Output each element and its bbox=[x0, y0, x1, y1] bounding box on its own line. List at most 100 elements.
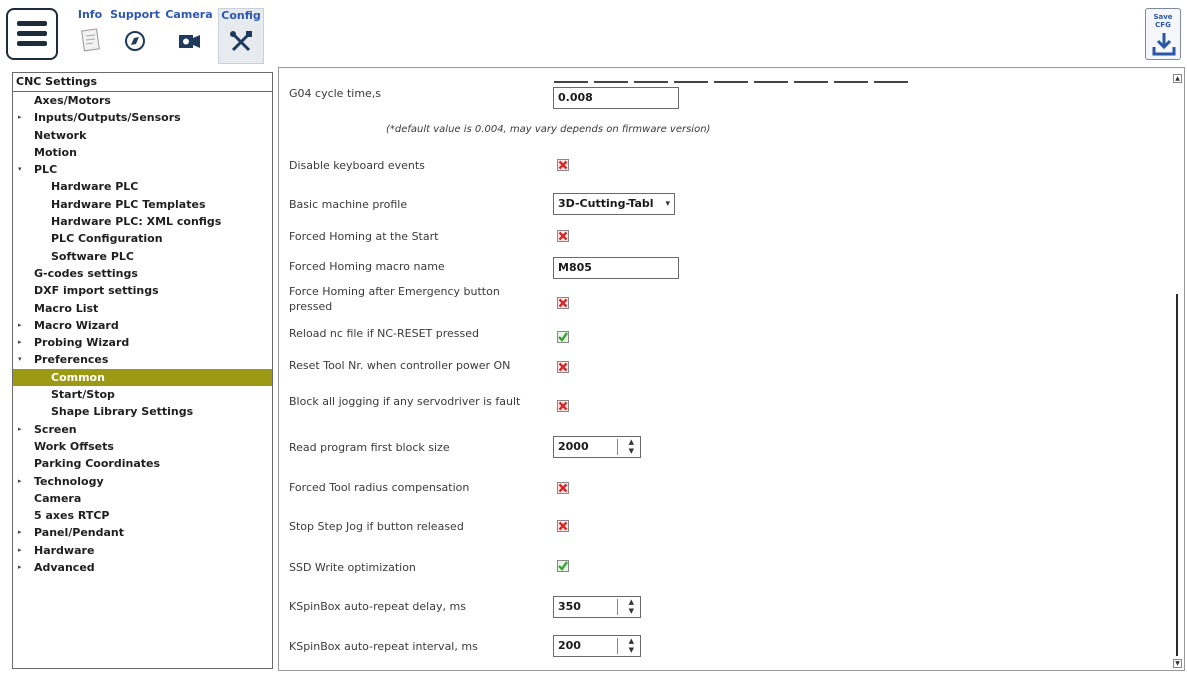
block-all-jogging-if-any-servodriver-is-fault-label: Block all jogging if any servodriver is … bbox=[289, 395, 521, 408]
reset-tool-nr-when-controller-power-on-checkbox[interactable] bbox=[557, 361, 569, 373]
expand-arrow-icon[interactable]: ▸ bbox=[18, 473, 22, 490]
tree-item-inputs-outputs-sensors[interactable]: ▸ Inputs/Outputs/Sensors bbox=[13, 109, 272, 126]
spin-up-icon[interactable]: ▲ bbox=[629, 438, 634, 447]
tree-items: Axes/Motors ▸ Inputs/Outputs/Sensors Networ… bbox=[13, 92, 272, 576]
tree-item-hardware[interactable]: ▸ Hardware bbox=[13, 542, 272, 559]
tree-item-label: Work Offsets bbox=[34, 439, 114, 453]
tree-item-technology[interactable]: ▸ Technology bbox=[13, 473, 272, 490]
tab-info[interactable]: Info bbox=[72, 8, 108, 64]
spin-up-icon[interactable]: ▲ bbox=[629, 637, 634, 646]
reload-nc-file-if-nc-reset-pressed-checkbox[interactable] bbox=[557, 331, 569, 343]
tree-item-plc[interactable]: ▾ PLC bbox=[13, 161, 272, 178]
tree-item-advanced[interactable]: ▸ Advanced bbox=[13, 559, 272, 576]
reset-tool-nr-when-controller-power-on-label: Reset Tool Nr. when controller power ON bbox=[289, 359, 511, 372]
main-menu-button[interactable] bbox=[6, 8, 58, 60]
tree-item-hardware-plc-templates[interactable]: Hardware PLC Templates bbox=[13, 196, 272, 213]
spinbox-divider bbox=[617, 638, 618, 654]
expand-arrow-icon[interactable]: ▸ bbox=[18, 109, 22, 126]
forced-homing-at-the-start-checkbox[interactable] bbox=[557, 230, 569, 242]
expand-arrow-icon[interactable]: ▸ bbox=[18, 542, 22, 559]
save-config-button[interactable]: Save CFG bbox=[1145, 8, 1181, 60]
scroll-up-button[interactable]: ▲ bbox=[1173, 74, 1182, 83]
hamburger-icon-line bbox=[17, 41, 47, 46]
disable-keyboard-events-label: Disable keyboard events bbox=[289, 159, 425, 172]
collapse-arrow-icon[interactable]: ▾ bbox=[18, 351, 22, 368]
scrollbar-thumb[interactable] bbox=[1176, 294, 1178, 656]
tree-item-macro-wizard[interactable]: ▸ Macro Wizard bbox=[13, 317, 272, 334]
forced-homing-macro-name-input[interactable]: M805 bbox=[553, 257, 679, 279]
disable-keyboard-events-checkbox[interactable] bbox=[557, 159, 569, 171]
tree-item-label: Axes/Motors bbox=[34, 94, 111, 107]
scroll-down-button[interactable]: ▼ bbox=[1173, 659, 1182, 668]
tree-item-label: Common bbox=[51, 370, 105, 384]
ssd-write-optimization-label: SSD Write optimization bbox=[289, 561, 416, 574]
tree-item-label: Probing Wizard bbox=[34, 336, 130, 350]
expand-arrow-icon[interactable]: ▸ bbox=[18, 334, 22, 351]
tree-item-axes-motors[interactable]: Axes/Motors bbox=[13, 92, 272, 109]
collapse-arrow-icon[interactable]: ▾ bbox=[18, 161, 22, 178]
tree-item-label: PLC Configuration bbox=[51, 232, 163, 246]
force-homing-after-emergency-button-pressed-label: Force Homing after Emergency button pres… bbox=[289, 285, 500, 313]
download-icon bbox=[1152, 33, 1176, 56]
tree-item-hardware-plc[interactable]: Hardware PLC bbox=[13, 178, 272, 195]
expand-arrow-icon[interactable]: ▸ bbox=[18, 524, 22, 541]
tree-item-camera[interactable]: Camera bbox=[13, 490, 272, 507]
save-config-label: Save CFG bbox=[1153, 13, 1173, 29]
tree-item-dxf-import-settings[interactable]: DXF import settings bbox=[13, 282, 272, 299]
tree-item-network[interactable]: Network bbox=[13, 127, 272, 144]
tree-item-panel-pendant[interactable]: ▸ Panel/Pendant bbox=[13, 524, 272, 541]
tree-item-label: Software PLC bbox=[51, 249, 134, 263]
expand-arrow-icon[interactable]: ▸ bbox=[18, 421, 22, 438]
tree-item-label: Screen bbox=[34, 422, 77, 436]
tree-item-5-axes-rtcp[interactable]: 5 axes RTCP bbox=[13, 507, 272, 524]
kspinbox-auto-repeat-delay-ms-spinbox[interactable]: 350 ▲ ▼ bbox=[553, 596, 641, 618]
tree-item-macro-list[interactable]: Macro List bbox=[13, 300, 272, 317]
tree-item-work-offsets[interactable]: Work Offsets bbox=[13, 438, 272, 455]
tab-config[interactable]: Config bbox=[218, 8, 264, 64]
stop-step-jog-if-button-released-checkbox[interactable] bbox=[557, 520, 569, 532]
tab-camera-label: Camera bbox=[165, 8, 213, 21]
spin-down-icon[interactable]: ▼ bbox=[629, 607, 634, 616]
tree-item-start-stop[interactable]: Start/Stop bbox=[13, 386, 272, 403]
block-all-jogging-if-any-servodriver-is-fault-checkbox[interactable] bbox=[557, 400, 569, 412]
tree-item-parking-coordinates[interactable]: Parking Coordinates bbox=[13, 455, 272, 472]
tree-item-label: 5 axes RTCP bbox=[34, 509, 110, 523]
g04-cycle-time-s-input[interactable]: 0.008 bbox=[553, 87, 679, 109]
tree-item-common[interactable]: Common bbox=[13, 368, 272, 387]
tree-item-shape-library-settings[interactable]: Shape Library Settings bbox=[13, 403, 272, 420]
tree-item-software-plc[interactable]: Software PLC bbox=[13, 248, 272, 265]
spin-down-icon[interactable]: ▼ bbox=[629, 646, 634, 655]
tree-item-probing-wizard[interactable]: ▸ Probing Wizard bbox=[13, 334, 272, 351]
tree-item-motion[interactable]: Motion bbox=[13, 144, 272, 161]
tree-item-label: Advanced bbox=[34, 561, 95, 575]
forced-tool-radius-compensation-checkbox[interactable] bbox=[557, 482, 569, 494]
chevron-down-icon: ▾ bbox=[665, 199, 670, 209]
basic-machine-profile-select[interactable]: 3D-Cutting-Tabl ▾ bbox=[553, 193, 675, 215]
tree-item-hardware-plc-xml-configs[interactable]: Hardware PLC: XML configs bbox=[13, 213, 272, 230]
spin-up-icon[interactable]: ▲ bbox=[629, 598, 634, 607]
tree-item-preferences[interactable]: ▾ Preferences bbox=[13, 351, 272, 368]
kspinbox-auto-repeat-interval-ms-spinbox[interactable]: 200 ▲ ▼ bbox=[553, 635, 641, 657]
spin-down-icon[interactable]: ▼ bbox=[629, 447, 634, 456]
tree-item-screen[interactable]: ▸ Screen bbox=[13, 421, 272, 438]
read-program-first-block-size-spinbox[interactable]: 2000 ▲ ▼ bbox=[553, 436, 641, 458]
read-program-first-block-size-label: Read program first block size bbox=[289, 441, 450, 454]
settings-tree: CNC Settings Axes/Motors ▸ Inputs/Outputs/… bbox=[12, 72, 273, 669]
vertical-scrollbar[interactable]: ▲ ▼ bbox=[1171, 68, 1184, 670]
force-homing-after-emergency-button-pressed-checkbox[interactable] bbox=[557, 297, 569, 309]
tree-item-plc-configuration[interactable]: PLC Configuration bbox=[13, 230, 272, 247]
expand-arrow-icon[interactable]: ▸ bbox=[18, 317, 22, 334]
scrolled-divider bbox=[554, 68, 914, 83]
basic-machine-profile-select-value: 3D-Cutting-Tabl bbox=[558, 197, 654, 210]
kspinbox-auto-repeat-delay-ms-spinbox-value: 350 bbox=[558, 600, 581, 613]
tree-item-label: Motion bbox=[34, 145, 77, 159]
tree-item-label: Network bbox=[34, 128, 87, 142]
expand-arrow-icon[interactable]: ▸ bbox=[18, 559, 22, 576]
forced-homing-at-the-start-label: Forced Homing at the Start bbox=[289, 230, 439, 243]
tab-camera[interactable]: Camera bbox=[164, 8, 214, 64]
tab-support[interactable]: Support bbox=[110, 8, 160, 64]
tree-item-g-codes-settings[interactable]: G-codes settings bbox=[13, 265, 272, 282]
ssd-write-optimization-checkbox[interactable] bbox=[557, 560, 569, 572]
tree-header[interactable]: CNC Settings bbox=[13, 73, 272, 92]
tree-item-label: PLC bbox=[34, 163, 58, 177]
